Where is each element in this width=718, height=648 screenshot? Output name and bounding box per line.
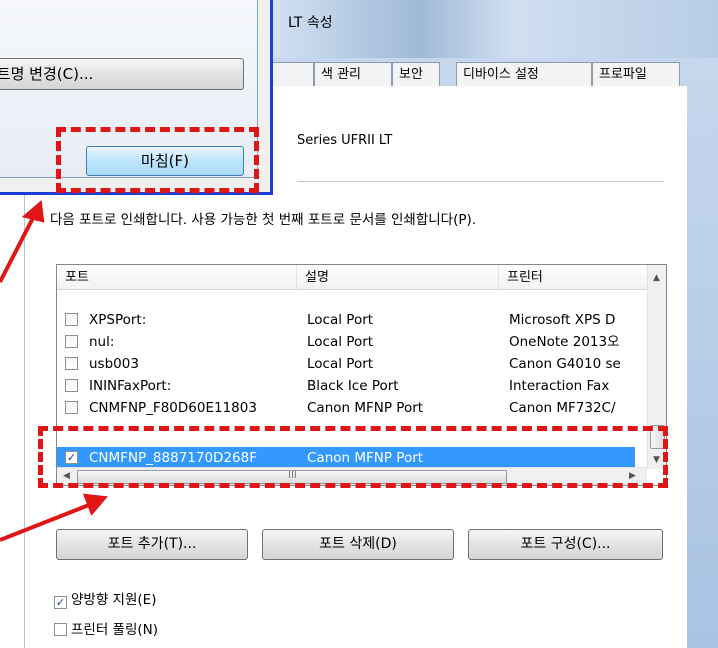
arrowhead-icon: [21, 200, 45, 223]
arrow-to-dialog: [0, 211, 38, 283]
annotation-arrows: [0, 200, 108, 542]
arrow-to-port-list: [0, 501, 95, 542]
arrowhead-icon: [82, 493, 108, 516]
